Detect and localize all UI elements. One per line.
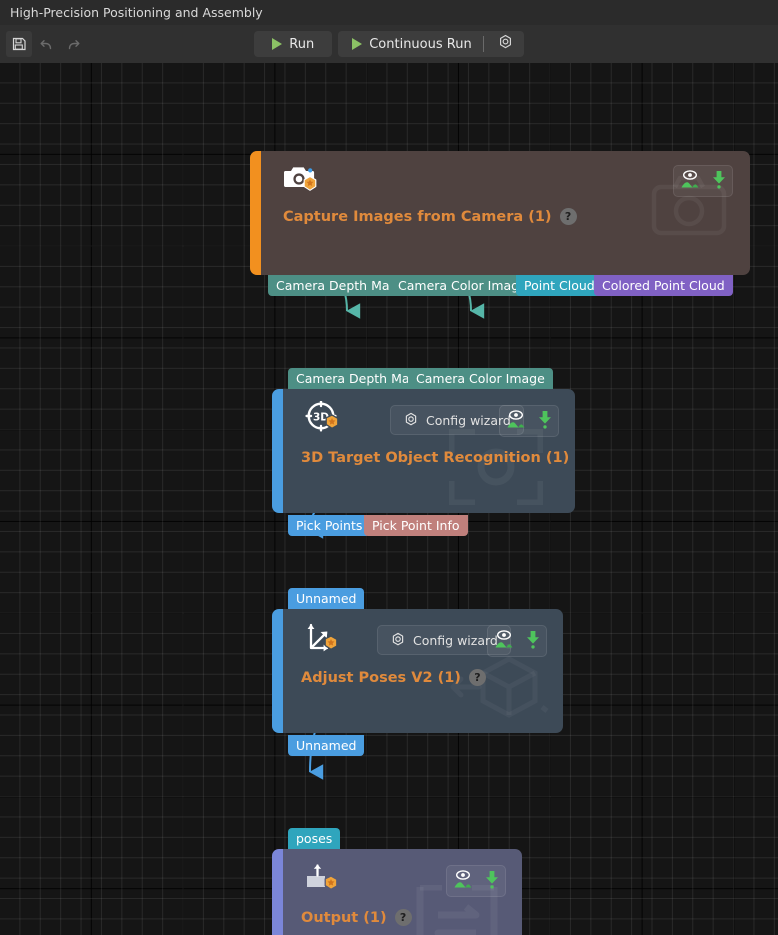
node-3d-target-object-recognition[interactable]: 3D Config wizard [272, 389, 575, 513]
node-accent-bar [250, 151, 261, 275]
node-title-adjust-poses: Adjust Poses V2 (1) ? [301, 669, 486, 686]
download-arrow-icon [484, 870, 500, 889]
gear-icon [390, 632, 406, 648]
output-port-camera-depth-map[interactable]: Camera Depth Map [268, 275, 405, 296]
node-accent-bar [272, 609, 283, 733]
download-button[interactable] [525, 630, 541, 653]
node-title-output: Output (1) ? [301, 909, 412, 926]
run-button-label: Run [289, 37, 314, 52]
output-port-pick-point-info[interactable]: Pick Point Info [364, 515, 468, 536]
output-port-colored-point-cloud[interactable]: Colored Point Cloud [594, 275, 733, 296]
node-title-capture: Capture Images from Camera (1) ? [283, 208, 577, 225]
run-settings-button[interactable] [497, 34, 514, 55]
node-accent-bar [272, 389, 283, 513]
download-arrow-icon [537, 410, 553, 429]
preview-eye-button[interactable] [680, 170, 700, 193]
node-title-text: Adjust Poses V2 (1) [301, 670, 461, 686]
node-body: Config wizard [283, 609, 563, 733]
node-body: Output (1) ? [283, 849, 522, 935]
output-port-point-cloud[interactable]: Point Cloud [516, 275, 603, 296]
output-port-pick-points[interactable]: Pick Points [288, 515, 370, 536]
input-port-unnamed[interactable]: Unnamed [288, 588, 364, 609]
node-capture-images-from-camera[interactable]: Capture Images from Camera (1) ? [250, 151, 750, 275]
continuous-run-button[interactable]: Continuous Run [338, 31, 523, 57]
gear-icon [403, 412, 419, 428]
download-button[interactable] [711, 170, 727, 193]
preview-eye-icon [680, 170, 700, 189]
gear-icon [497, 34, 514, 51]
output-port-unnamed[interactable]: Unnamed [288, 735, 364, 756]
preview-eye-button[interactable] [506, 410, 526, 433]
divider [483, 36, 484, 52]
camera-badge-icon [284, 163, 320, 199]
preview-eye-icon [453, 870, 473, 889]
axes-badge-icon [305, 622, 343, 659]
download-button[interactable] [484, 870, 500, 893]
node-title-text: 3D Target Object Recognition (1) [301, 450, 569, 466]
node-body: 3D Config wizard [283, 389, 575, 513]
node-tools-group [673, 165, 733, 197]
input-port-camera-depth-map[interactable]: Camera Depth Map [288, 368, 425, 389]
input-port-camera-color-image[interactable]: Camera Color Image [408, 368, 553, 389]
preview-eye-icon [494, 630, 514, 649]
main-toolbar: Run Continuous Run [0, 25, 778, 63]
play-icon [272, 38, 282, 50]
play-icon [352, 38, 362, 50]
node-body: Capture Images from Camera (1) ? [261, 151, 750, 275]
run-button[interactable]: Run [254, 31, 332, 57]
node-title-text: Capture Images from Camera (1) [283, 209, 552, 225]
help-button[interactable]: ? [395, 909, 412, 926]
help-button[interactable]: ? [469, 669, 486, 686]
preview-eye-button[interactable] [494, 630, 514, 653]
scan-frame-watermark-icon [449, 429, 543, 509]
node-tools-group [487, 625, 547, 657]
output-badge-icon [305, 862, 343, 899]
output-port-camera-color-image[interactable]: Camera Color Image [390, 275, 535, 296]
preview-eye-icon [506, 410, 526, 429]
node-title-text: Output (1) [301, 910, 387, 926]
node-title-3d-recognition: 3D Target Object Recognition (1) ? [301, 449, 575, 466]
continuous-run-button-label: Continuous Run [369, 37, 471, 52]
input-port-poses[interactable]: poses [288, 828, 340, 849]
page-title: High-Precision Positioning and Assembly [10, 5, 263, 20]
target-3d-badge-icon: 3D [305, 401, 343, 438]
node-tools-group [499, 405, 559, 437]
download-arrow-icon [525, 630, 541, 649]
toolbar-run-group: Run Continuous Run [0, 31, 778, 57]
node-tools-group [446, 865, 506, 897]
node-accent-bar [272, 849, 283, 935]
help-button[interactable]: ? [560, 208, 577, 225]
preview-eye-button[interactable] [453, 870, 473, 893]
window-title-bar: High-Precision Positioning and Assembly [0, 0, 778, 25]
pipeline-canvas[interactable]: Capture Images from Camera (1) ? Camera … [0, 63, 778, 935]
node-adjust-poses-v2[interactable]: Config wizard [272, 609, 563, 733]
download-button[interactable] [537, 410, 553, 433]
node-output[interactable]: Output (1) ? [272, 849, 522, 935]
download-arrow-icon [711, 170, 727, 189]
config-wizard-label: Config wizard [413, 633, 498, 648]
